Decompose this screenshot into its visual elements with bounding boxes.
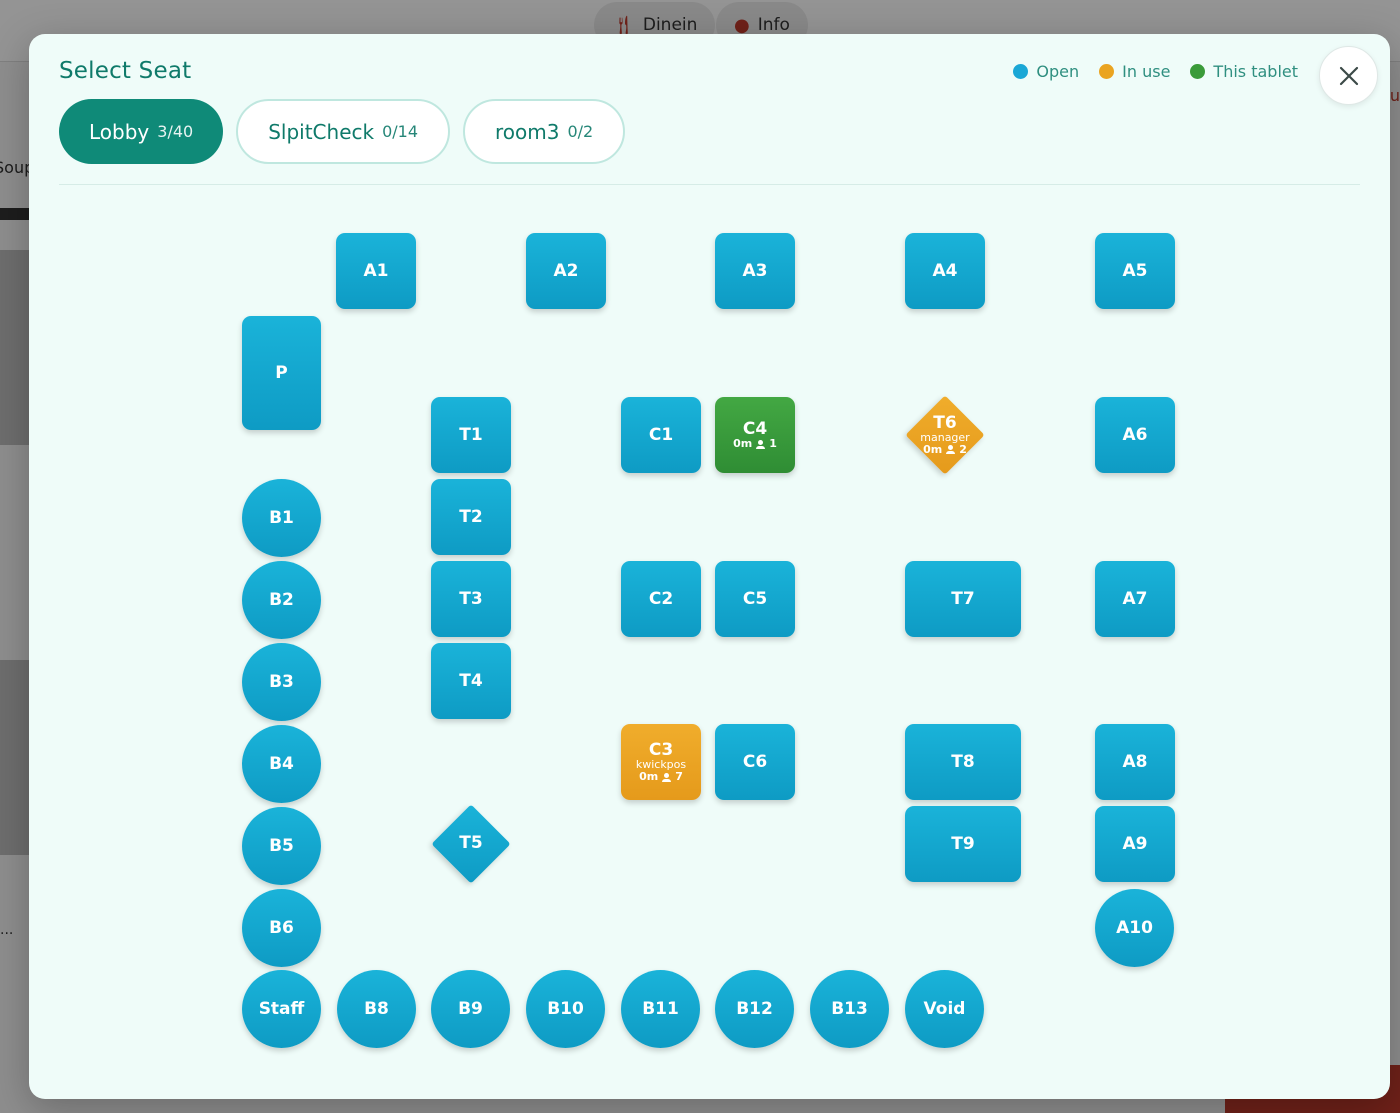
seat-c5[interactable]: C5 [715,561,795,637]
seat-a1[interactable]: A1 [336,233,416,309]
person-icon [946,445,956,455]
seat-a6[interactable]: A6 [1095,397,1175,473]
seat-a2[interactable]: A2 [526,233,606,309]
seat-label: T6 [933,412,957,433]
seat-b4[interactable]: B4 [242,725,321,803]
seat-label: A10 [1116,917,1153,938]
seat-floor-plan: A1 A2 A3 A4 A5 P T1 C1 C4 0m 1 T6 manager 0m 2 A6 B1 T2 B2… [29,34,1390,1099]
seat-t8[interactable]: T8 [905,724,1021,800]
seat-label: A6 [1122,424,1148,445]
seat-label: B10 [547,998,584,1019]
seat-label: B2 [269,589,294,610]
seat-label: A1 [363,260,389,281]
seat-label: C5 [742,588,768,609]
seat-t7[interactable]: T7 [905,561,1021,637]
seat-b11[interactable]: B11 [621,970,700,1048]
seat-t4[interactable]: T4 [431,643,511,719]
seat-t6[interactable]: T6 manager 0m 2 [905,395,985,475]
seat-a8[interactable]: A8 [1095,724,1175,800]
seat-label: C4 [742,418,768,439]
seat-b9[interactable]: B9 [431,970,510,1048]
seat-label: Staff [258,998,305,1019]
seat-elapsed-time: 0m [639,770,659,784]
seat-c6[interactable]: C6 [715,724,795,800]
seat-label: T8 [951,751,975,772]
seat-t5[interactable]: T5 [431,804,511,884]
seat-label: C1 [648,424,674,445]
seat-b8[interactable]: B8 [337,970,416,1048]
seat-label: A4 [932,260,958,281]
seat-guest-count: 1 [769,437,777,451]
seat-a9[interactable]: A9 [1095,806,1175,882]
seat-label: A7 [1122,588,1148,609]
seat-label: B11 [642,998,679,1019]
seat-label: A5 [1122,260,1148,281]
seat-label: B13 [831,998,868,1019]
seat-guest-count: 7 [675,770,683,784]
seat-t3[interactable]: T3 [431,561,511,637]
seat-label: A3 [742,260,768,281]
person-icon [662,772,672,782]
seat-a10[interactable]: A10 [1095,889,1174,967]
seat-occupancy: 0m 7 [639,771,683,783]
seat-a5[interactable]: A5 [1095,233,1175,309]
seat-label: A2 [553,260,579,281]
seat-label: T7 [951,588,975,609]
seat-t9[interactable]: T9 [905,806,1021,882]
select-seat-modal: Select Seat Open In use This tablet Lobb… [29,34,1390,1099]
seat-label: B5 [269,835,294,856]
seat-label: A8 [1122,751,1148,772]
seat-label: T3 [459,588,483,609]
seat-void[interactable]: Void [905,970,984,1048]
seat-p[interactable]: P [242,316,321,430]
seat-a3[interactable]: A3 [715,233,795,309]
seat-label: B12 [736,998,773,1019]
seat-b10[interactable]: B10 [526,970,605,1048]
seat-b1[interactable]: B1 [242,479,321,557]
seat-label: C3 [648,739,674,760]
seat-label: B9 [458,998,483,1019]
seat-t2[interactable]: T2 [431,479,511,555]
seat-occupancy: 0m 2 [923,444,967,456]
seat-label: Void [923,998,966,1019]
seat-label: B6 [269,917,294,938]
seat-label: C2 [648,588,674,609]
seat-b6[interactable]: B6 [242,889,321,967]
seat-elapsed-time: 0m [923,442,943,456]
seat-label: T9 [951,833,975,854]
seat-t1[interactable]: T1 [431,397,511,473]
seat-label: T4 [459,670,483,691]
seat-b12[interactable]: B12 [715,970,794,1048]
seat-label: B1 [269,507,294,528]
seat-occupancy: 0m 1 [733,438,777,450]
seat-label: T5 [459,833,483,854]
seat-guest-count: 2 [959,442,967,456]
seat-c3[interactable]: C3 kwickpos 0m 7 [621,724,701,800]
seat-b5[interactable]: B5 [242,807,321,885]
seat-c2[interactable]: C2 [621,561,701,637]
seat-c1[interactable]: C1 [621,397,701,473]
seat-label: T1 [459,424,483,445]
seat-label: B3 [269,671,294,692]
seat-content: T5 [459,833,483,854]
seat-content: T6 manager 0m 2 [920,412,969,456]
seat-label: B8 [364,998,389,1019]
seat-elapsed-time: 0m [733,437,753,451]
seat-label: T2 [459,506,483,527]
seat-a4[interactable]: A4 [905,233,985,309]
seat-b13[interactable]: B13 [810,970,889,1048]
person-icon [756,439,766,449]
seat-label: B4 [269,753,294,774]
seat-label: P [275,362,288,383]
seat-staff[interactable]: Staff [242,970,321,1048]
seat-a7[interactable]: A7 [1095,561,1175,637]
seat-b2[interactable]: B2 [242,561,321,639]
seat-c4[interactable]: C4 0m 1 [715,397,795,473]
seat-b3[interactable]: B3 [242,643,321,721]
seat-label: C6 [742,751,768,772]
seat-label: A9 [1122,833,1148,854]
